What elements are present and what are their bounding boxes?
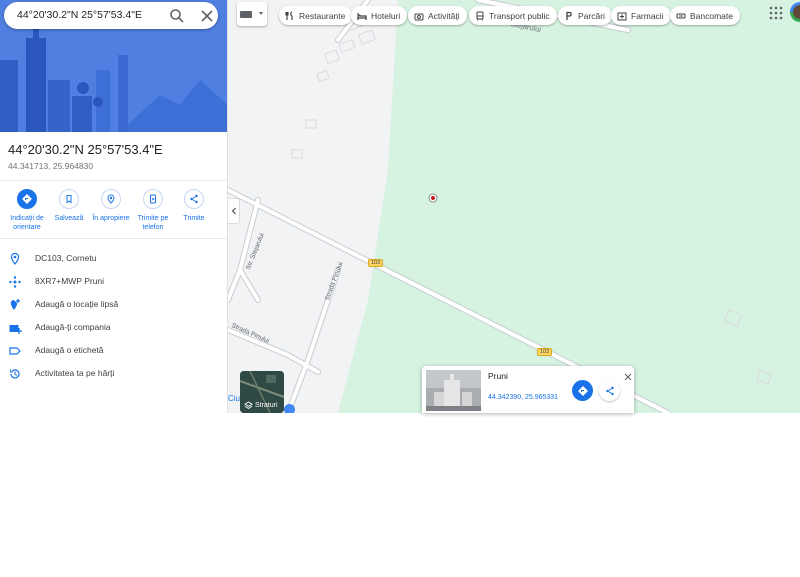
layers-icon [244, 401, 253, 410]
place-card-coordinates: 44.342390, 25.965331 [488, 394, 559, 401]
layers-button[interactable]: Straturi [240, 371, 284, 413]
apps-grid-icon[interactable] [769, 6, 783, 20]
chip-label: Transport public [489, 10, 550, 21]
chip-atm[interactable]: Bancomate [670, 6, 740, 25]
directions-icon [22, 194, 32, 204]
share-icon [605, 386, 614, 395]
poi-marker-icon[interactable] [284, 404, 295, 413]
place-preview-card[interactable]: Pruni 44.342390, 25.965331 [422, 366, 634, 413]
chip-public-transport[interactable]: Transport public [469, 6, 557, 25]
send-to-phone-button[interactable]: Trimite pe telefon [133, 189, 173, 232]
chip-activities[interactable]: Activități [408, 6, 467, 25]
plus-code-text: 8XR7+MWP Pruni [35, 276, 105, 286]
place-coordinates: 44.341713, 25.964830 [8, 161, 94, 171]
add-business-row[interactable]: Adaugă-ți compania [0, 317, 227, 339]
road-shield: 103 [368, 259, 384, 267]
location-pin-icon [10, 252, 20, 265]
chip-restaurants[interactable]: Restaurante [279, 6, 353, 25]
chip-parking[interactable]: Parcări [558, 6, 612, 25]
directions-icon [577, 385, 588, 396]
map-canvas[interactable]: Stejarului Str. Stejarului Strada Pinulu… [228, 0, 800, 413]
address-row[interactable]: DC103, Cornetu [0, 248, 227, 270]
nearby-label: În apropiere [92, 215, 130, 222]
share-label: Trimite [183, 215, 205, 222]
place-title: 44°20'30.2"N 25°57'53.4"E [8, 142, 163, 157]
divider [0, 238, 227, 239]
add-business-icon [9, 325, 22, 334]
directions-button[interactable]: Indicații de orientare [7, 189, 47, 232]
chip-hotels[interactable]: Hoteluri [351, 6, 408, 25]
history-icon [10, 369, 20, 379]
chip-label: Hoteluri [371, 10, 401, 21]
add-missing-place-row[interactable]: Adaugă o locație lipsă [0, 294, 227, 316]
close-icon[interactable] [199, 8, 215, 24]
plus-code-row[interactable]: 8XR7+MWP Pruni [0, 271, 227, 293]
chip-label: Farmacii [631, 10, 664, 21]
place-photo [426, 370, 481, 411]
add-location-icon [10, 299, 20, 310]
close-icon[interactable] [624, 368, 632, 381]
search-input[interactable]: 44°20'30.2"N 25°57'53.4"E [17, 9, 142, 21]
card-directions-button[interactable] [572, 380, 593, 401]
maps-activity-text: Activitatea ta pe hărți [35, 368, 115, 378]
maps-app: Stejarului Str. Stejarului Strada Pinulu… [0, 0, 800, 577]
park-area [338, 0, 800, 413]
input-tools-button[interactable] [237, 2, 267, 26]
parking-icon [566, 11, 572, 20]
nearby-icon [107, 194, 115, 204]
collapse-panel-button[interactable] [228, 198, 240, 224]
address-text: DC103, Cornetu [35, 253, 97, 263]
bookmark-icon [66, 195, 72, 204]
map-graphics [228, 0, 800, 413]
share-button[interactable]: Trimite [174, 189, 214, 223]
place-name: Pruni [488, 371, 508, 381]
save-button[interactable]: Salvează [49, 189, 89, 223]
card-share-button[interactable] [599, 380, 620, 401]
nearby-button[interactable]: În apropiere [91, 189, 131, 223]
chip-label: Restaurante [299, 10, 346, 21]
chip-label: Bancomate [690, 10, 733, 21]
add-label-text: Adaugă o etichetă [35, 345, 104, 355]
divider [0, 180, 227, 181]
pharmacy-icon [617, 12, 627, 20]
maps-activity-row[interactable]: Activitatea ta pe hărți [0, 363, 227, 385]
send-to-phone-icon [150, 194, 156, 204]
hotel-icon [357, 12, 367, 20]
send-to-phone-label: Trimite pe telefon [137, 215, 169, 231]
directions-label: Indicații de orientare [10, 215, 44, 231]
share-icon [190, 194, 198, 204]
transit-icon [476, 11, 484, 21]
hero-illustration: 44°20'30.2"N 25°57'53.4"E [0, 0, 227, 132]
chip-label: Parcări [578, 10, 605, 21]
place-panel: 44°20'30.2"N 25°57'53.4"E 44°20'30.2"N 2… [0, 0, 228, 413]
add-business-text: Adaugă-ți compania [35, 322, 111, 332]
chevron-left-icon [231, 207, 236, 215]
chip-pharmacies[interactable]: Farmacii [611, 6, 671, 25]
road-shield: 103 [537, 348, 553, 356]
keyboard-icon [240, 11, 263, 18]
layers-label: Straturi [255, 402, 278, 409]
atm-icon [676, 13, 686, 18]
dropped-pin-marker [428, 193, 438, 203]
search-icon[interactable] [169, 8, 185, 24]
chip-label: Activități [428, 10, 460, 21]
restaurant-icon [285, 10, 293, 20]
add-missing-place-text: Adaugă o locație lipsă [35, 299, 119, 309]
label-icon [9, 347, 21, 355]
add-label-row[interactable]: Adaugă o etichetă [0, 340, 227, 362]
search-box[interactable]: 44°20'30.2"N 25°57'53.4"E [4, 2, 218, 29]
camera-icon [414, 13, 424, 20]
save-label: Salvează [54, 215, 84, 222]
plus-code-icon [9, 276, 21, 288]
